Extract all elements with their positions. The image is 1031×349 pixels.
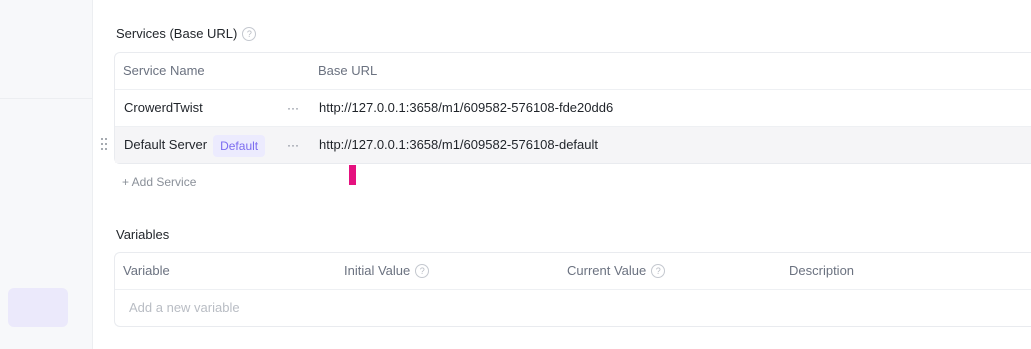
default-badge: Default	[213, 134, 266, 157]
table-row[interactable]: Default Server Default ··· http://127.0.0…	[101, 126, 1031, 163]
more-options-icon[interactable]: ···	[287, 90, 299, 126]
service-name-cell: Default Server Default	[124, 127, 266, 163]
column-header-base-url: Base URL	[318, 63, 378, 78]
sidebar	[0, 0, 93, 349]
services-table-header: Service Name Base URL	[115, 53, 1031, 89]
add-variable-input[interactable]: Add a new variable	[129, 290, 240, 326]
base-url[interactable]: http://127.0.0.1:3658/m1/609582-576108-f…	[319, 90, 613, 126]
variables-title: Variables	[116, 227, 170, 242]
add-variable-row[interactable]: Add a new variable	[115, 289, 1031, 326]
text-cursor	[349, 165, 356, 185]
services-table: Service Name Base URL CrowerdTwist ··· h…	[101, 52, 1031, 164]
question-circle-icon[interactable]: ?	[651, 264, 666, 278]
more-options-icon[interactable]: ···	[287, 127, 299, 163]
sidebar-divider	[0, 98, 92, 99]
service-name: Default Server	[124, 137, 208, 152]
services-title-label: Services (Base URL)	[116, 26, 238, 41]
column-header-variable: Variable	[123, 263, 170, 278]
column-header-current-value: Current Value?	[567, 253, 666, 289]
column-header-initial-value: Initial Value?	[344, 253, 430, 289]
initial-value-label: Initial Value	[344, 263, 411, 278]
current-value-label: Current Value	[567, 263, 647, 278]
question-circle-icon[interactable]: ?	[242, 27, 257, 41]
variables-table-header: Variable Initial Value? Current Value? D…	[115, 253, 1031, 289]
services-title: Services (Base URL)?	[116, 26, 257, 41]
service-name: CrowerdTwist	[124, 100, 203, 115]
column-header-service-name: Service Name	[123, 63, 205, 78]
add-service-button[interactable]: + Add Service	[122, 175, 196, 189]
variables-table: Variable Initial Value? Current Value? D…	[114, 252, 1031, 327]
sidebar-active-item[interactable]	[8, 288, 68, 327]
question-circle-icon[interactable]: ?	[415, 264, 430, 278]
column-header-description: Description	[789, 263, 855, 278]
table-row[interactable]: CrowerdTwist ··· http://127.0.0.1:3658/m…	[115, 89, 1031, 126]
base-url[interactable]: http://127.0.0.1:3658/m1/609582-576108-d…	[319, 127, 598, 163]
drag-handle-icon[interactable]	[101, 138, 109, 152]
